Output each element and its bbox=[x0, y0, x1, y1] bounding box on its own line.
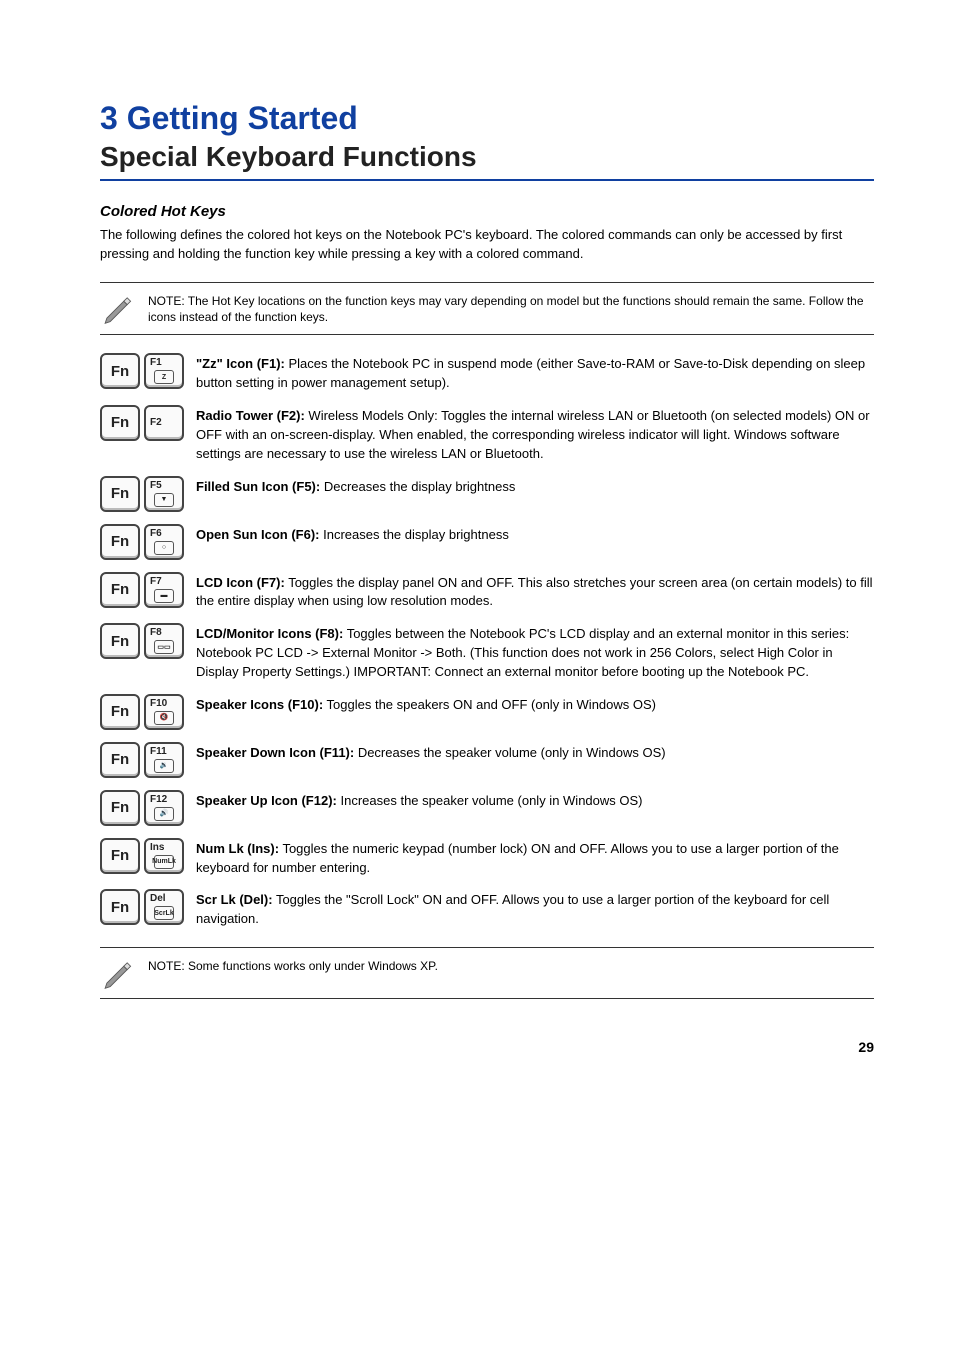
fn-key-icon: Fn bbox=[100, 524, 140, 560]
section-heading: Colored Hot Keys bbox=[100, 203, 874, 220]
chapter-number-title: 3 Getting Started bbox=[100, 100, 874, 137]
chapter-subtitle: Special Keyboard Functions bbox=[100, 141, 874, 181]
lcd-monitor-icon: ▭▭ bbox=[154, 640, 174, 654]
fn-key-icon: Fn bbox=[100, 790, 140, 826]
speaker-down-icon: 🔉 bbox=[154, 759, 174, 773]
key-combo: Fn F1 Z bbox=[100, 353, 196, 389]
f8-key-icon: F8 ▭▭ bbox=[144, 623, 184, 659]
hotkey-entry: Fn Ins NumLk Num Lk (Ins): Toggles the n… bbox=[100, 838, 874, 878]
hotkey-description: Speaker Icons (F10): Toggles the speaker… bbox=[196, 694, 656, 715]
numlock-icon: NumLk bbox=[154, 855, 174, 869]
fn-key-icon: Fn bbox=[100, 742, 140, 778]
hotkey-description: Num Lk (Ins): Toggles the numeric keypad… bbox=[196, 838, 874, 878]
key-combo: Fn F8 ▭▭ bbox=[100, 623, 196, 659]
f10-key-icon: F10 🔇 bbox=[144, 694, 184, 730]
f6-key-icon: F6 ○ bbox=[144, 524, 184, 560]
fn-key-icon: Fn bbox=[100, 623, 140, 659]
key-combo: Fn F11 🔉 bbox=[100, 742, 196, 778]
sleep-icon: Z bbox=[154, 370, 174, 384]
speaker-up-icon: 🔊 bbox=[154, 807, 174, 821]
hotkey-entry: Fn F11 🔉 Speaker Down Icon (F11): Decrea… bbox=[100, 742, 874, 778]
hotkey-description: Speaker Down Icon (F11): Decreases the s… bbox=[196, 742, 666, 763]
hotkey-description: "Zz" Icon (F1): Places the Notebook PC i… bbox=[196, 353, 874, 393]
note-block: NOTE: The Hot Key locations on the funct… bbox=[100, 282, 874, 336]
fn-key-icon: Fn bbox=[100, 476, 140, 512]
lcd-icon: ▬ bbox=[154, 589, 174, 603]
ins-key-icon: Ins NumLk bbox=[144, 838, 184, 874]
hotkey-entry: Fn F6 ○ Open Sun Icon (F6): Increases th… bbox=[100, 524, 874, 560]
pencil-note-icon bbox=[100, 956, 134, 990]
speaker-mute-icon: 🔇 bbox=[154, 711, 174, 725]
hotkey-entry: Fn F7 ▬ LCD Icon (F7): Toggles the displ… bbox=[100, 572, 874, 612]
key-combo: Fn F5 ▼ bbox=[100, 476, 196, 512]
f12-key-icon: F12 🔊 bbox=[144, 790, 184, 826]
del-key-icon: Del ScrLk bbox=[144, 889, 184, 925]
f1-key-icon: F1 Z bbox=[144, 353, 184, 389]
fn-key-icon: Fn bbox=[100, 889, 140, 925]
brightness-up-icon: ○ bbox=[154, 541, 174, 555]
hotkey-entry: Fn F12 🔊 Speaker Up Icon (F12): Increase… bbox=[100, 790, 874, 826]
f7-key-icon: F7 ▬ bbox=[144, 572, 184, 608]
hotkey-description: Filled Sun Icon (F5): Decreases the disp… bbox=[196, 476, 515, 497]
hotkey-entry: Fn F1 Z "Zz" Icon (F1): Places the Noteb… bbox=[100, 353, 874, 393]
key-combo: Fn F6 ○ bbox=[100, 524, 196, 560]
section-intro-text: The following defines the colored hot ke… bbox=[100, 226, 874, 264]
hotkey-description: LCD Icon (F7): Toggles the display panel… bbox=[196, 572, 874, 612]
fn-key-icon: Fn bbox=[100, 838, 140, 874]
key-combo: Fn F12 🔊 bbox=[100, 790, 196, 826]
hotkey-description: Radio Tower (F2): Wireless Models Only: … bbox=[196, 405, 874, 464]
key-combo: Fn F2 bbox=[100, 405, 196, 441]
scrolllock-icon: ScrLk bbox=[154, 906, 174, 920]
key-combo: Fn F7 ▬ bbox=[100, 572, 196, 608]
fn-key-icon: Fn bbox=[100, 405, 140, 441]
f2-key-icon: F2 bbox=[144, 405, 184, 441]
note-text: NOTE: The Hot Key locations on the funct… bbox=[148, 291, 874, 327]
hotkey-description: LCD/Monitor Icons (F8): Toggles between … bbox=[196, 623, 874, 682]
key-combo: Fn Ins NumLk bbox=[100, 838, 196, 874]
note-text: NOTE: Some functions works only under Wi… bbox=[148, 956, 438, 975]
pencil-note-icon bbox=[100, 291, 134, 325]
key-combo: Fn F10 🔇 bbox=[100, 694, 196, 730]
fn-key-icon: Fn bbox=[100, 694, 140, 730]
hotkey-entry: Fn F8 ▭▭ LCD/Monitor Icons (F8): Toggles… bbox=[100, 623, 874, 682]
page-number: 29 bbox=[100, 1039, 874, 1055]
hotkey-entry: Fn Del ScrLk Scr Lk (Del): Toggles the "… bbox=[100, 889, 874, 929]
brightness-down-icon: ▼ bbox=[154, 493, 174, 507]
hotkey-description: Speaker Up Icon (F12): Increases the spe… bbox=[196, 790, 643, 811]
manual-page: 3 Getting Started Special Keyboard Funct… bbox=[0, 0, 954, 1115]
hotkey-list: Fn F1 Z "Zz" Icon (F1): Places the Noteb… bbox=[100, 353, 874, 929]
hotkey-description: Open Sun Icon (F6): Increases the displa… bbox=[196, 524, 509, 545]
hotkey-entry: Fn F5 ▼ Filled Sun Icon (F5): Decreases … bbox=[100, 476, 874, 512]
fn-key-icon: Fn bbox=[100, 572, 140, 608]
f5-key-icon: F5 ▼ bbox=[144, 476, 184, 512]
hotkey-entry: Fn F10 🔇 Speaker Icons (F10): Toggles th… bbox=[100, 694, 874, 730]
f11-key-icon: F11 🔉 bbox=[144, 742, 184, 778]
fn-key-icon: Fn bbox=[100, 353, 140, 389]
hotkey-entry: Fn F2 Radio Tower (F2): Wireless Models … bbox=[100, 405, 874, 464]
hotkey-description: Scr Lk (Del): Toggles the "Scroll Lock" … bbox=[196, 889, 874, 929]
key-combo: Fn Del ScrLk bbox=[100, 889, 196, 925]
note-block: NOTE: Some functions works only under Wi… bbox=[100, 947, 874, 999]
